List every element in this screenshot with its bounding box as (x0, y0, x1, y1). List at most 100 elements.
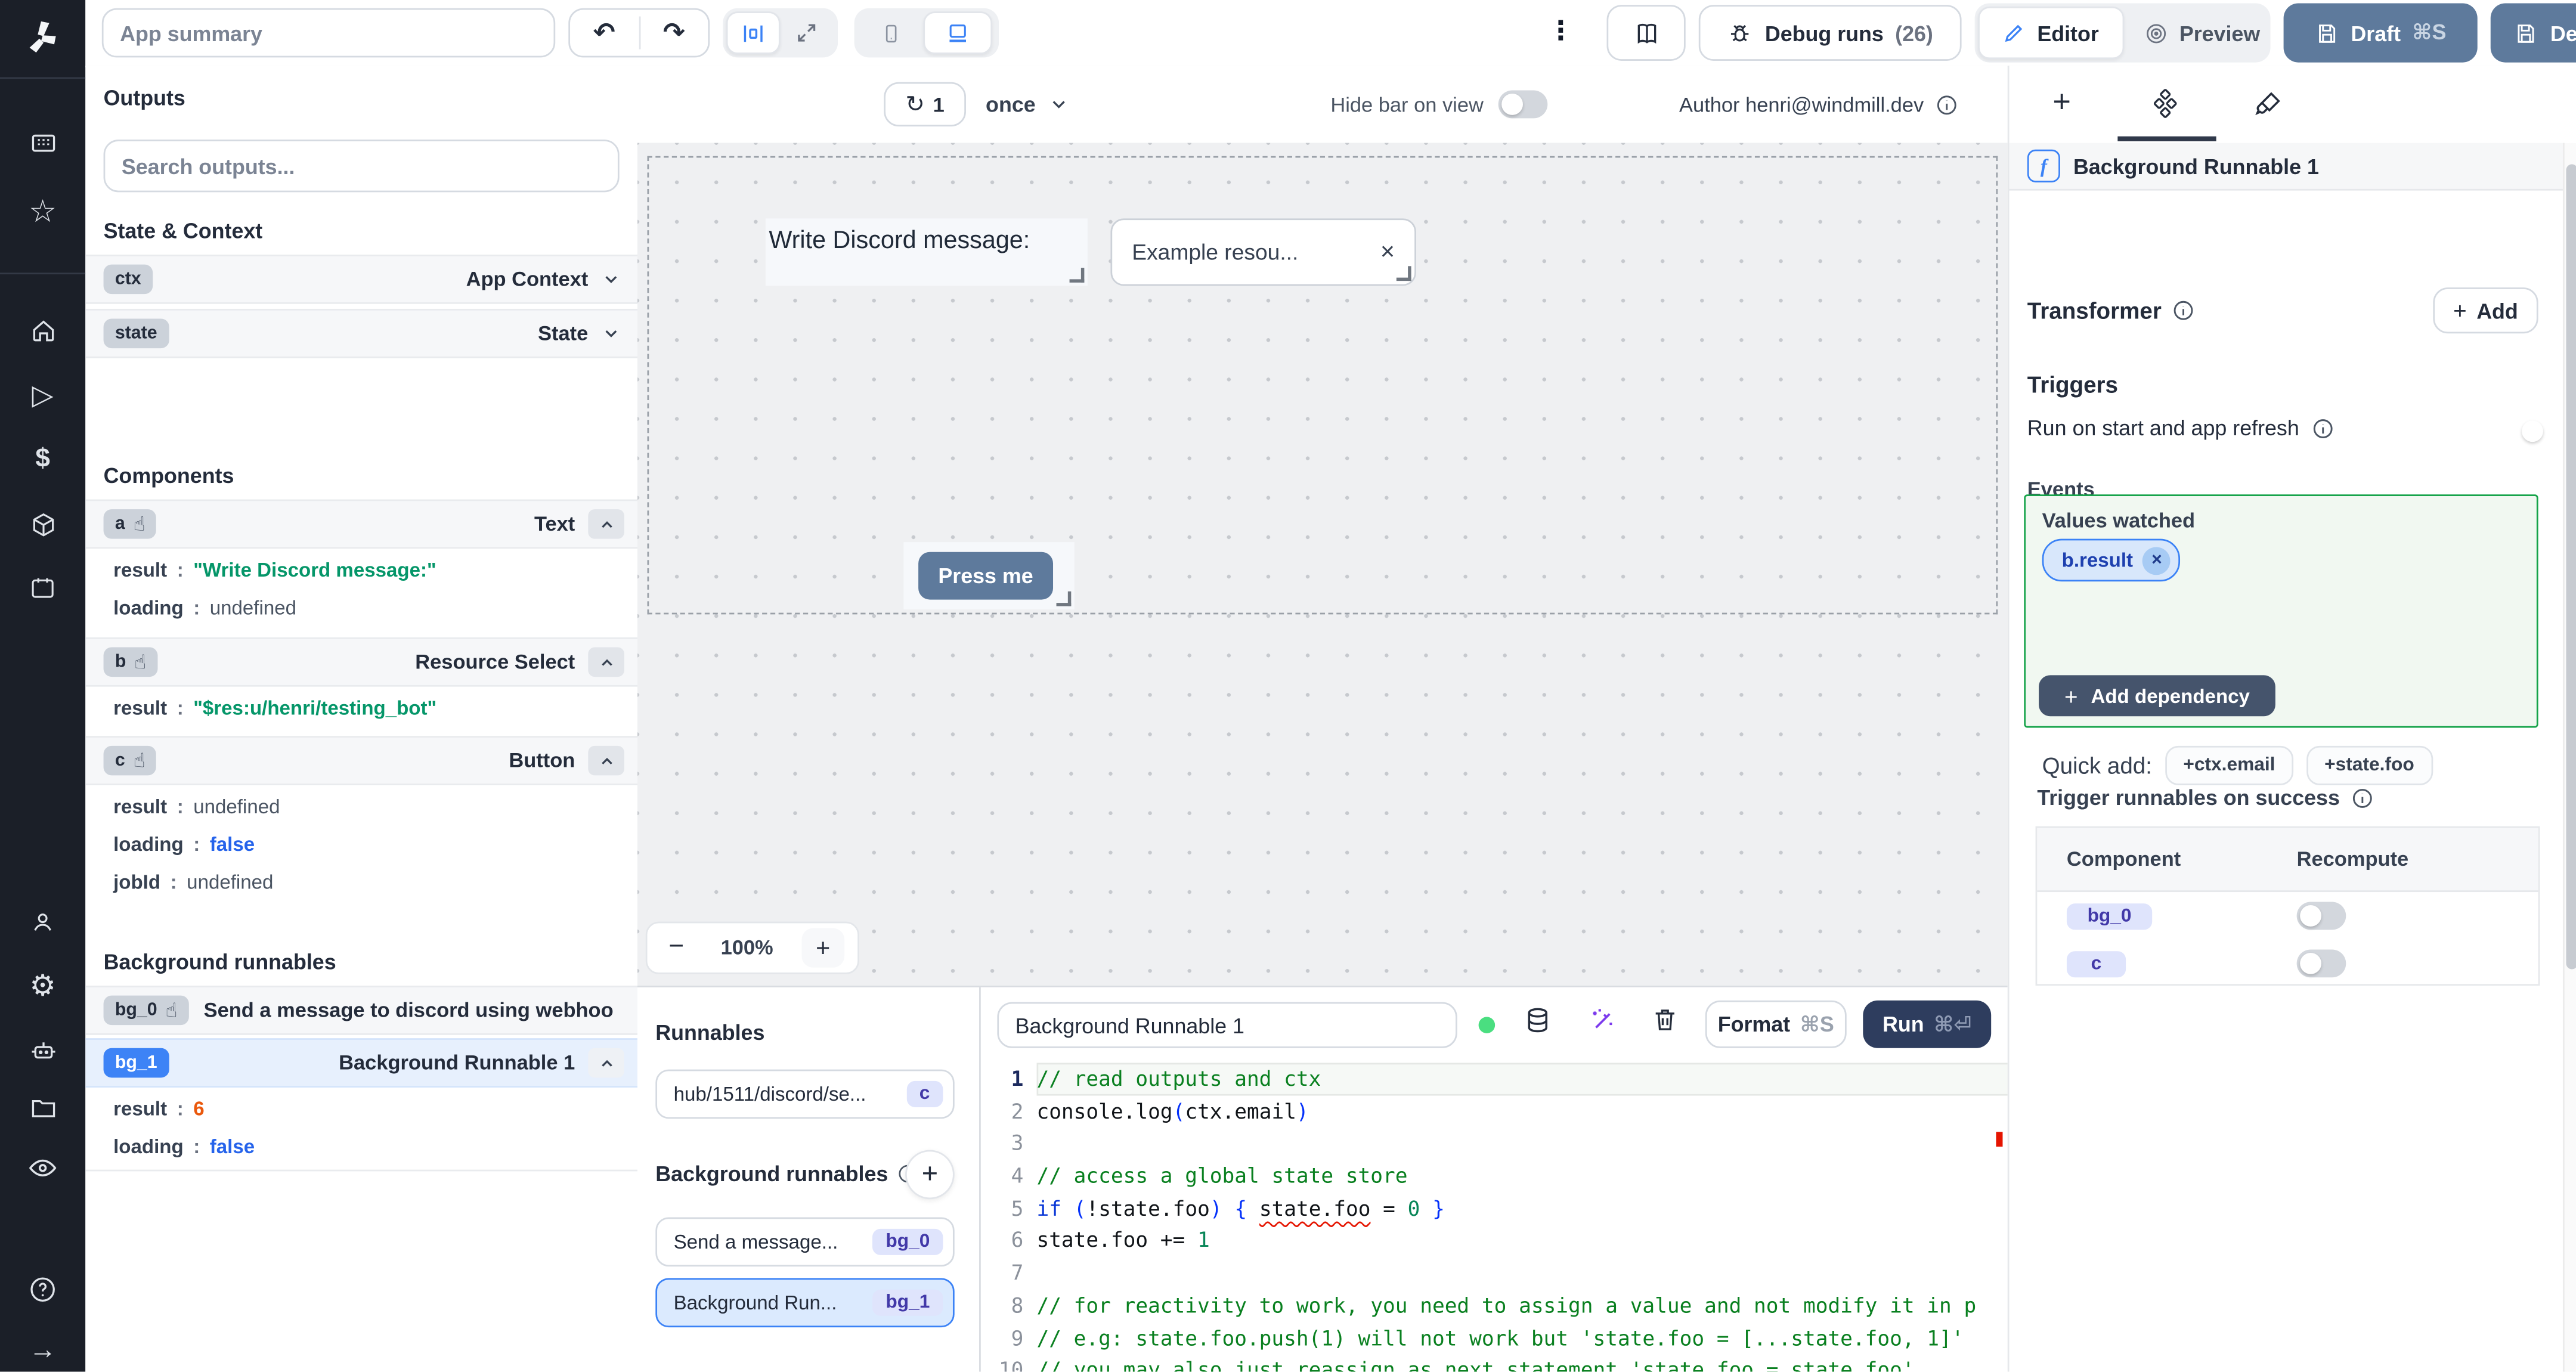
selected-runnable-header: f Background Runnable 1 (2009, 143, 2563, 191)
chevron-down-icon[interactable] (601, 270, 621, 289)
values-watched-label: Values watched (2042, 509, 2196, 532)
add-runnable-button[interactable]: + (905, 1150, 955, 1200)
press-me-button[interactable]: Press me (918, 552, 1054, 600)
prop-row: jobId: undefined (113, 871, 274, 894)
state-row[interactable]: state State (85, 308, 637, 358)
users-icon[interactable] (0, 903, 85, 940)
runnable-name-input[interactable] (997, 1002, 1457, 1048)
info-icon[interactable] (2171, 299, 2194, 322)
layout-toggle-group (723, 8, 838, 58)
docs-button[interactable] (1606, 5, 1686, 61)
draft-button[interactable]: Draft ⌘S (2283, 3, 2478, 63)
resize-handle[interactable] (1069, 268, 1085, 283)
tab-preview[interactable]: Preview (2123, 8, 2280, 58)
variables-icon[interactable]: $ (0, 442, 85, 478)
runnable-item-c[interactable]: hub/1511/discord/se... c (655, 1069, 955, 1119)
zoom-in-button[interactable]: + (801, 928, 845, 968)
deploy-button[interactable]: Deploy (2490, 3, 2576, 63)
app-canvas[interactable]: Write Discord message: Example resou... … (637, 143, 2008, 986)
bg0-label: Send a message to discord using webhoo (203, 999, 614, 1022)
mobile-view-button[interactable] (857, 13, 923, 52)
collapse-chevron-up[interactable] (588, 647, 624, 677)
pointer-icon: ☝ (133, 512, 145, 536)
format-button[interactable]: Format ⌘S (1705, 1000, 1847, 1048)
collapse-chevron-up[interactable] (588, 745, 624, 776)
triggers-title: Triggers (2027, 371, 2119, 398)
delete-trash-icon[interactable] (1651, 1005, 1679, 1033)
transformer-title: Transformer (2027, 297, 2162, 324)
help-icon[interactable] (0, 1271, 85, 1308)
component-c-row[interactable]: c ☝ Button (85, 736, 637, 785)
app-summary-input[interactable] (101, 8, 556, 58)
canvas-text-component[interactable]: Write Discord message: (765, 218, 1088, 286)
component-b-row[interactable]: b ☝ Resource Select (85, 637, 637, 687)
tab-editor[interactable]: Editor (1978, 7, 2124, 60)
recompute-toggle[interactable] (2296, 949, 2346, 978)
hide-bar-label: Hide bar on view (1330, 92, 1484, 116)
tab-add-component[interactable]: + (2029, 66, 2095, 141)
quick-add-state-foo[interactable]: +state.foo (2306, 745, 2433, 785)
add-label: Add (2476, 298, 2518, 323)
runs-icon[interactable]: ▷ (0, 378, 85, 414)
centered-layout-button[interactable] (726, 11, 781, 54)
favorites-star-icon[interactable]: ☆ (0, 194, 85, 230)
prop-row: result: undefined (113, 795, 280, 819)
refresh-count-button[interactable]: ↻ 1 (884, 82, 967, 127)
home-icon[interactable] (0, 312, 85, 348)
remove-dependency-icon[interactable]: × (2142, 546, 2171, 574)
schedules-icon[interactable] (0, 570, 85, 606)
debug-runs-button[interactable]: Debug runs (26) (1698, 5, 1962, 61)
search-outputs-input[interactable] (103, 140, 620, 193)
apps-icon[interactable] (0, 125, 85, 161)
resize-handle[interactable] (1056, 591, 1072, 606)
scrollbar-thumb[interactable] (2566, 164, 2576, 970)
windmill-logo[interactable] (0, 15, 85, 61)
runnable-item-bg0[interactable]: Send a message... bg_0 (655, 1217, 955, 1267)
resources-icon[interactable] (0, 506, 85, 543)
cache-icon[interactable] (1523, 1005, 1553, 1035)
add-transformer-button[interactable]: + Add (2433, 287, 2538, 334)
folders-icon[interactable] (0, 1089, 85, 1126)
info-icon[interactable] (2311, 416, 2334, 439)
ai-wand-icon[interactable] (1589, 1005, 1618, 1035)
settings-gear-icon[interactable]: ⚙ (0, 968, 85, 1004)
canvas-resource-select[interactable]: Example resou... × (1110, 218, 1416, 286)
add-dependency-button[interactable]: + Add dependency (2039, 675, 2275, 717)
collapse-arrow-icon[interactable]: → (0, 1332, 85, 1368)
bg0-row[interactable]: bg_0 ☝ Send a message to discord using we… (85, 986, 637, 1035)
component-a-row[interactable]: a ☝ Text (85, 499, 637, 549)
tab-component-settings[interactable] (2132, 66, 2198, 141)
ctx-row[interactable]: ctx App Context (85, 255, 637, 304)
run-button[interactable]: Run ⌘⏎ (1863, 1000, 1992, 1048)
redo-button[interactable]: ↷ (638, 16, 708, 49)
hide-bar-toggle[interactable] (1498, 90, 1548, 119)
clear-select-icon[interactable]: × (1380, 238, 1395, 266)
collapse-chevron-up[interactable] (588, 509, 624, 539)
zoom-out-button[interactable]: − (661, 933, 692, 963)
collapse-chevron-up[interactable] (588, 1048, 624, 1078)
resize-handle[interactable] (1396, 266, 1411, 281)
error-marker (1996, 1132, 2003, 1147)
audit-eye-icon[interactable] (0, 1150, 85, 1187)
prop-row: loading: undefined (113, 596, 296, 620)
bg-runnables-header: Background runnables (655, 1162, 918, 1186)
recompute-toggle[interactable] (2296, 902, 2346, 930)
mode-dropdown[interactable]: once (986, 82, 1070, 126)
runnable-item-label: hub/1511/discord/se... (673, 1082, 866, 1106)
chevron-down-icon[interactable] (601, 324, 621, 343)
outputs-panel: Outputs State & Context ctx App Context … (85, 66, 639, 1372)
info-icon[interactable] (1936, 93, 1959, 116)
select-value: Example resou... (1132, 240, 1299, 265)
tab-styling-brush[interactable] (2236, 66, 2302, 141)
workers-icon[interactable] (0, 1032, 85, 1068)
runnable-item-bg1-selected[interactable]: Background Run... bg_1 (655, 1278, 955, 1328)
undo-button[interactable]: ↶ (570, 17, 638, 49)
canvas-toolbar: ↻ 1 once Hide bar on view Author henri@w… (637, 66, 2008, 145)
info-icon[interactable] (2351, 786, 2374, 809)
fullscreen-layout-button[interactable] (781, 13, 831, 52)
code-lines[interactable]: 1// read outputs and ctx 2 console.log(ctx… (981, 1063, 2010, 1372)
bg1-row[interactable]: bg_1 Background Runnable 1 (85, 1038, 637, 1088)
desktop-view-button[interactable] (923, 11, 993, 54)
quick-add-ctx-email[interactable]: +ctx.email (2165, 745, 2293, 785)
kebab-menu[interactable]: ⋮ (1547, 15, 1574, 48)
